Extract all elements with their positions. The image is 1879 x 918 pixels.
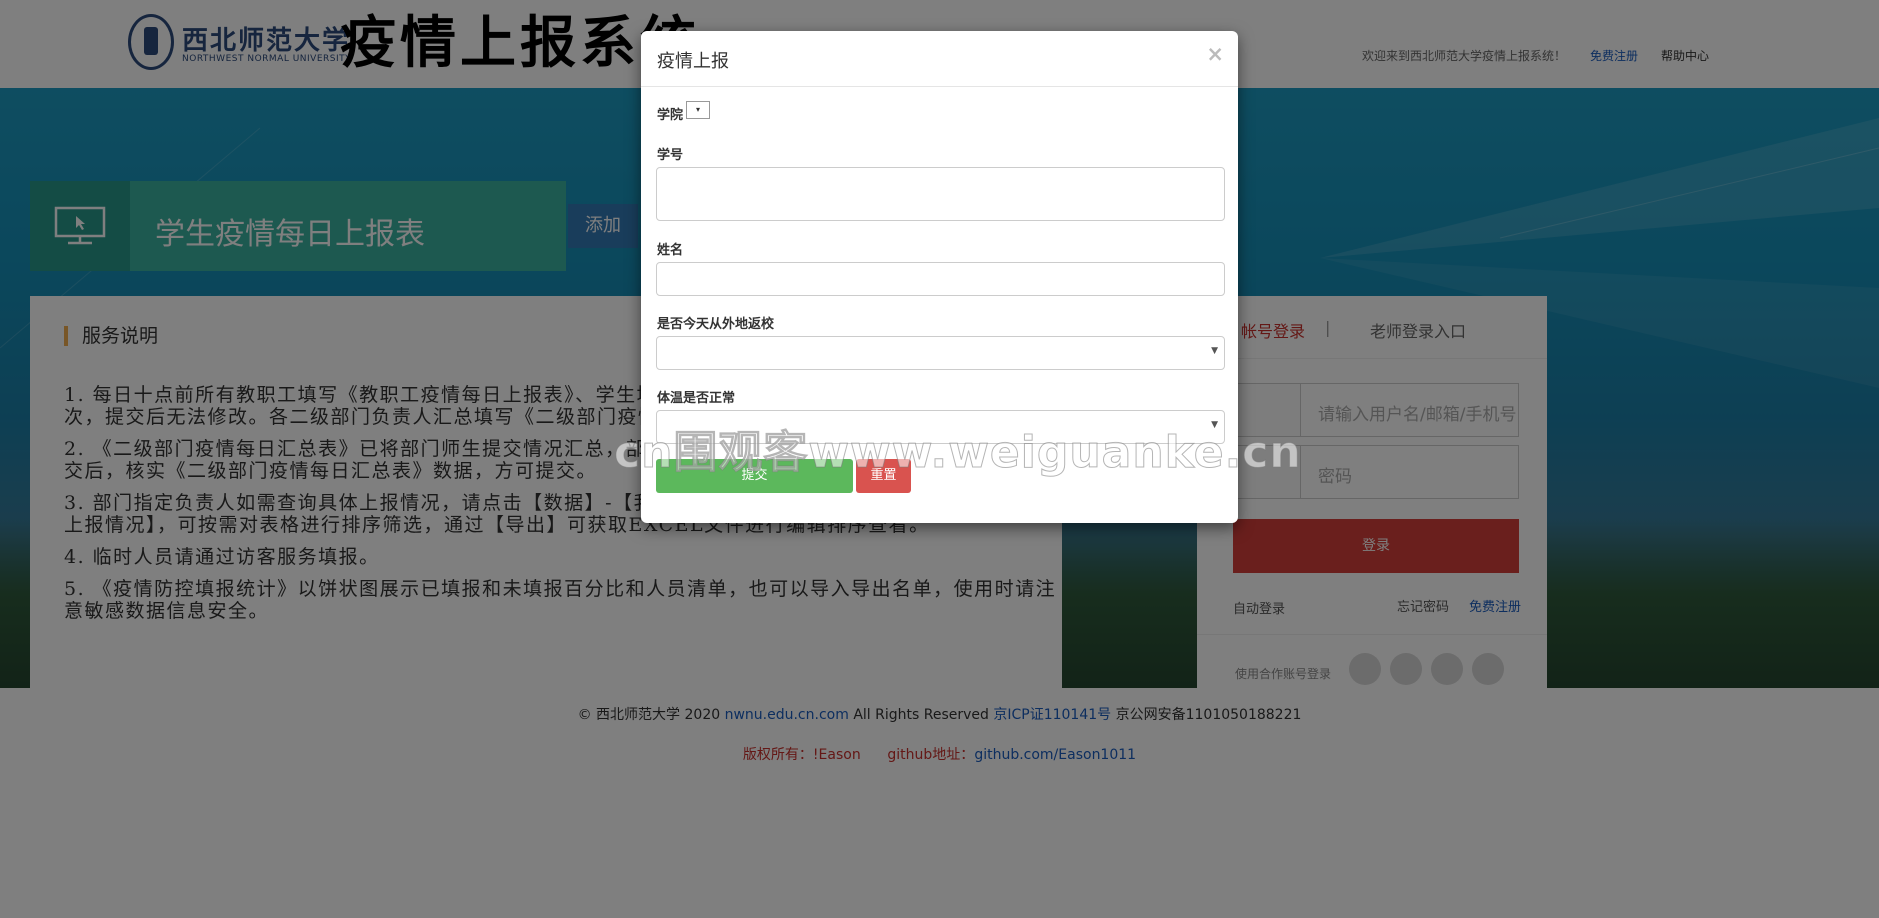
modal-header: 疫情上报 × (641, 31, 1238, 87)
name-input[interactable] (656, 262, 1225, 296)
name-label: 姓名 (657, 243, 684, 258)
temperature-label: 体温是否正常 (657, 391, 736, 406)
college-select[interactable]: ▾ (686, 101, 710, 119)
student-id-input[interactable] (656, 167, 1225, 221)
close-icon[interactable]: × (1206, 43, 1224, 65)
returned-label: 是否今天从外地返校 (657, 317, 775, 332)
chevron-down-icon: ▼ (1211, 346, 1218, 356)
returned-select[interactable]: ▼ (656, 336, 1225, 370)
student-id-label: 学号 (657, 148, 684, 163)
modal-title: 疫情上报 (657, 51, 729, 72)
college-label: 学院 (657, 108, 684, 123)
watermark: cn围观客www.weiguanke.cn (614, 427, 1302, 479)
